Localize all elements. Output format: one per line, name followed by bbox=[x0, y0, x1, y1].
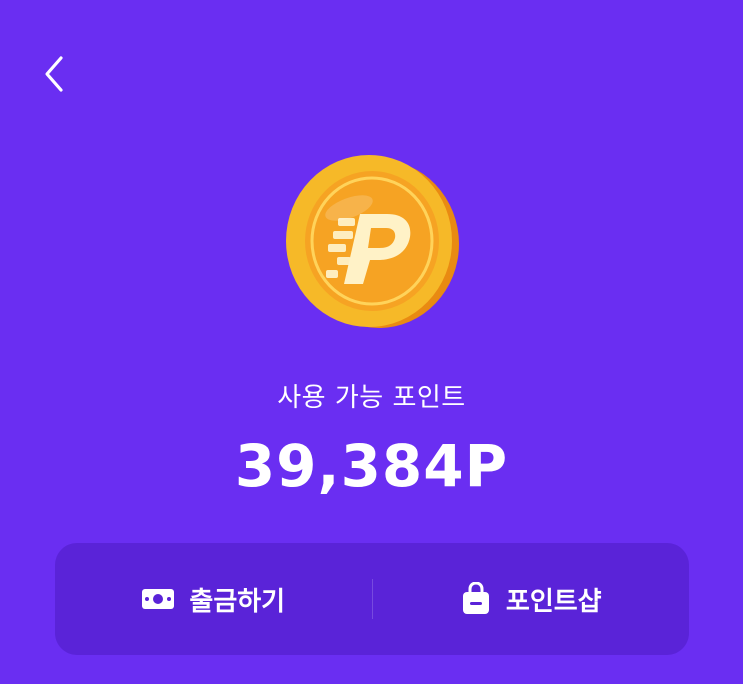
back-button[interactable] bbox=[30, 50, 78, 98]
shopping-bag-icon bbox=[460, 582, 492, 616]
point-shop-label: 포인트샵 bbox=[505, 586, 602, 617]
point-shop-button[interactable]: 포인트샵 bbox=[373, 543, 690, 655]
available-points-label: 사용 가능 포인트 bbox=[277, 383, 466, 413]
points-coin-icon bbox=[283, 152, 461, 330]
withdraw-label: 출금하기 bbox=[189, 586, 286, 617]
cash-icon bbox=[141, 587, 175, 611]
chevron-left-icon bbox=[39, 54, 69, 94]
available-points-value: 39,384P bbox=[234, 432, 509, 500]
points-actions-bar: 출금하기 포인트샵 bbox=[55, 543, 689, 655]
withdraw-button[interactable]: 출금하기 bbox=[55, 543, 372, 655]
